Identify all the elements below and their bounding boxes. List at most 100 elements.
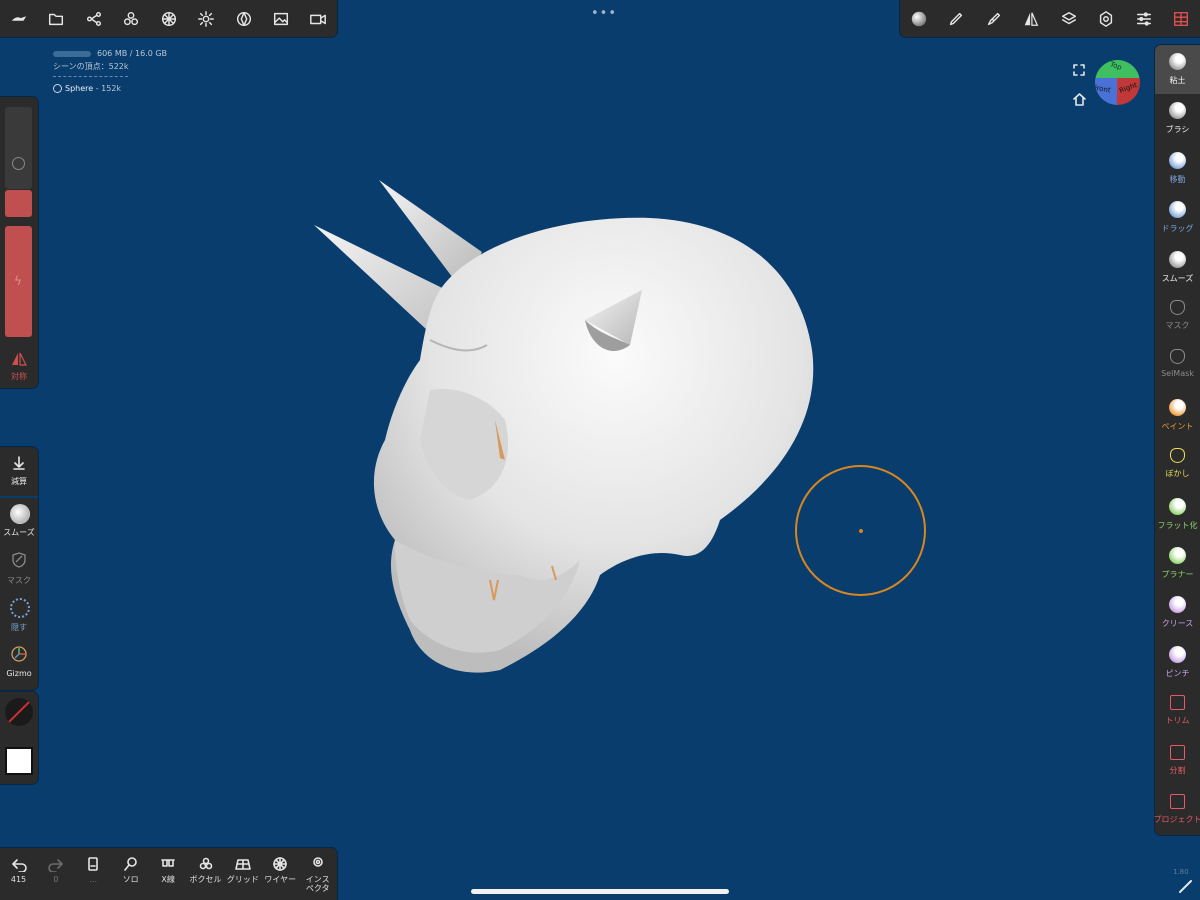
- brush-settings-icon[interactable]: [975, 0, 1013, 38]
- folder-icon[interactable]: [37, 0, 75, 38]
- hide-label: 隠す: [11, 623, 27, 632]
- symmetry-icon: [12, 352, 27, 366]
- object-name: Sphere: [65, 84, 94, 93]
- tool-item[interactable]: ドラッグ: [1155, 193, 1200, 242]
- brush-cursor-center: [859, 529, 863, 533]
- tool-item[interactable]: マスク: [1155, 292, 1200, 341]
- smooth-tool[interactable]: スムーズ: [0, 501, 38, 546]
- bottom-tool-item[interactable]: インスペクタ: [299, 848, 336, 898]
- tool-label: プラナー: [1161, 570, 1194, 579]
- wireframe-icon: [273, 857, 288, 871]
- radius-slider-fill[interactable]: [5, 190, 32, 217]
- tool-label: ぼかし: [1165, 469, 1190, 479]
- bottom-tool-item[interactable]: ...: [75, 848, 112, 898]
- nomad-logo-icon[interactable]: [0, 0, 38, 38]
- view-cube[interactable]: Top Front Right: [1095, 60, 1140, 105]
- bottom-tool-item[interactable]: 415: [0, 848, 37, 898]
- symmetry-toggle[interactable]: 対称: [0, 347, 38, 385]
- sculpt-model[interactable]: [300, 170, 830, 690]
- bottom-tool-label: ...: [89, 875, 98, 884]
- tool-item[interactable]: 分割: [1155, 737, 1200, 786]
- multires-icon[interactable]: [112, 0, 150, 38]
- gizmo-tool[interactable]: Gizmo: [0, 642, 38, 687]
- tool-item[interactable]: 移動: [1155, 144, 1200, 193]
- bottom-tool-item[interactable]: グリッド: [224, 848, 261, 898]
- redo-icon: [48, 859, 63, 872]
- tool-label: クリース: [1161, 619, 1194, 629]
- bottom-tool-label: ボクセル: [189, 875, 222, 884]
- tool-ball-icon: [1170, 695, 1185, 711]
- layers-icon[interactable]: [1050, 0, 1088, 38]
- tool-item[interactable]: スムーズ: [1155, 243, 1200, 292]
- top-right-toolbar: [900, 0, 1200, 37]
- tool-ball-icon: [1169, 250, 1186, 268]
- subtract-icon: [13, 456, 25, 470]
- sliders-icon[interactable]: [1125, 0, 1163, 38]
- tool-item[interactable]: 粘土: [1155, 45, 1200, 94]
- tool-item[interactable]: トリム: [1155, 687, 1200, 736]
- tool-item[interactable]: ブラシ: [1155, 94, 1200, 143]
- mask-tool[interactable]: マスク: [0, 548, 38, 593]
- stroke-icon[interactable]: [937, 0, 975, 38]
- tool-label: ピンチ: [1165, 668, 1190, 678]
- smooth-ball-icon: [10, 504, 30, 524]
- hide-tool[interactable]: 隠す: [0, 595, 38, 640]
- tool-ball-icon: [1169, 201, 1186, 219]
- tool-label: ペイント: [1161, 421, 1194, 431]
- subtract-toggle[interactable]: 減算: [0, 447, 38, 493]
- bottom-tool-label: インスペクタ: [305, 875, 330, 893]
- tool-item[interactable]: プラナー: [1155, 539, 1200, 588]
- version-label: 1.80: [1173, 868, 1189, 876]
- material-ball-icon[interactable]: [900, 0, 938, 38]
- topology-icon[interactable]: [150, 0, 188, 38]
- memory-bar: [53, 50, 91, 57]
- tool-item[interactable]: ぼかし: [1155, 440, 1200, 489]
- light-icon[interactable]: [187, 0, 225, 38]
- tool-item[interactable]: クリース: [1155, 588, 1200, 637]
- material-icon[interactable]: [225, 0, 263, 38]
- background-image-icon[interactable]: [262, 0, 300, 38]
- scene-graph-icon[interactable]: [75, 0, 113, 38]
- left-slider-panel: ϟ 対称: [0, 97, 38, 388]
- tool-label: 分割: [1169, 765, 1186, 775]
- symmetry-icon[interactable]: [1012, 0, 1050, 38]
- secondary-color-swatch[interactable]: [5, 698, 33, 726]
- tool-label: ブラシ: [1165, 125, 1190, 135]
- bottom-tool-item[interactable]: X線: [150, 848, 187, 898]
- bottom-tool-label: グリッド: [226, 875, 259, 884]
- tool-ball-icon: [1169, 497, 1186, 515]
- tool-item[interactable]: SelMask: [1155, 341, 1200, 390]
- pencil-icon[interactable]: [1178, 878, 1194, 897]
- gizmo-label: Gizmo: [6, 669, 32, 678]
- interface-icon[interactable]: [1162, 0, 1200, 38]
- undo-icon: [11, 859, 27, 872]
- home-icon[interactable]: [1073, 91, 1086, 106]
- bottom-tool-label: 0: [53, 875, 59, 884]
- tool-label: 粘土: [1169, 76, 1186, 85]
- tool-item[interactable]: フラット化: [1155, 490, 1200, 539]
- camera-icon[interactable]: [299, 0, 337, 38]
- sphere-icon: [53, 84, 62, 93]
- primary-color-swatch[interactable]: [5, 747, 33, 775]
- fullscreen-icon[interactable]: [1073, 61, 1085, 76]
- bottom-tool-item[interactable]: ソロ: [112, 848, 149, 898]
- tool-item[interactable]: ピンチ: [1155, 638, 1200, 687]
- radius-icon: [12, 157, 25, 170]
- tool-ball-icon: [1169, 102, 1186, 120]
- bottom-tool-item[interactable]: ボクセル: [187, 848, 224, 898]
- memory-usage: 606 MB / 16.0 GB: [97, 49, 168, 58]
- scene-vertices: シーンの頂点：522k: [53, 62, 129, 71]
- bottom-tool-item[interactable]: 0: [37, 848, 74, 898]
- tool-label: マスク: [1165, 321, 1190, 330]
- intensity-slider[interactable]: ϟ: [5, 226, 32, 337]
- brush-cursor: [795, 465, 926, 596]
- tool-item[interactable]: ペイント: [1155, 391, 1200, 440]
- tool-item[interactable]: プロジェクト: [1154, 786, 1200, 835]
- object-row[interactable]: Sphere - 152k: [53, 82, 167, 95]
- more-dots[interactable]: •••: [591, 6, 617, 21]
- settings-icon[interactable]: [1087, 0, 1125, 38]
- intensity-icon: ϟ: [14, 274, 22, 288]
- tool-ball-icon: [1170, 794, 1185, 809]
- bottom-tool-item[interactable]: ワイヤー: [262, 848, 299, 898]
- radius-slider[interactable]: [5, 107, 32, 189]
